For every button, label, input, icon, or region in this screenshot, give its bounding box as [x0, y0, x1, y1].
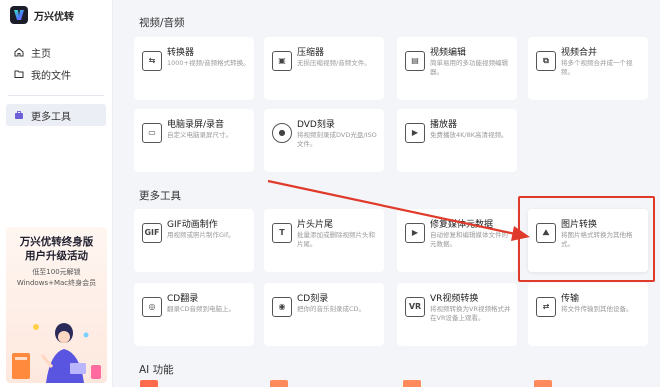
- annotation-arrow-icon: [267, 179, 530, 241]
